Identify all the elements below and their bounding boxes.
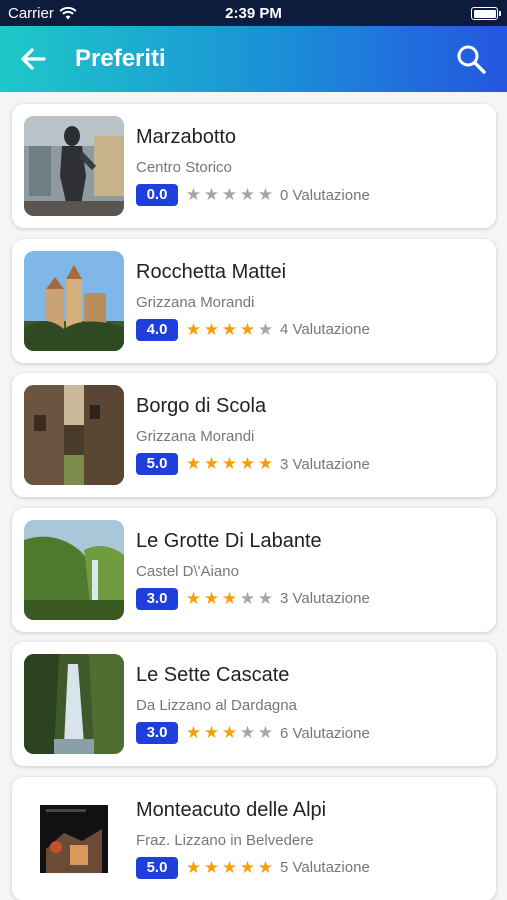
star-filled-icon: ★ (221, 857, 238, 877)
favorites-list: Marzabotto Centro Storico 0.0 ★ ★ ★ ★ ★ 0 Va… (12, 104, 496, 900)
rating-row: 5.0 ★ ★ ★ ★ ★ 5 Valutazione (136, 856, 370, 879)
review-count: 3 Valutazione (280, 590, 370, 607)
star-filled-icon: ★ (221, 588, 238, 608)
favorite-card[interactable]: Marzabotto Centro Storico 0.0 ★ ★ ★ ★ ★ 0 Va… (12, 104, 496, 228)
star-empty-icon: ★ (257, 319, 274, 339)
star-filled-icon: ★ (203, 319, 220, 339)
star-filled-icon: ★ (221, 454, 238, 473)
status-time: 2:39 PM (225, 5, 282, 22)
review-count: 0 Valutazione (280, 186, 370, 204)
star-filled-icon: ★ (221, 319, 238, 339)
place-location: Fraz. Lizzano in Belvedere (136, 831, 314, 849)
rating-badge: 4.0 (136, 318, 178, 341)
place-name: Rocchetta Mattei (136, 260, 287, 283)
star-rating: ★ ★ ★ ★ ★ (185, 185, 274, 205)
favorite-card[interactable]: Le Sette Cascate Da Lizzano al Dardagna … (12, 642, 496, 766)
star-empty-icon: ★ (257, 723, 274, 742)
star-filled-icon: ★ (185, 588, 202, 608)
place-name: Le Sette Cascate (136, 664, 290, 686)
star-rating: ★ ★ ★ ★ ★ (185, 320, 274, 340)
place-thumbnail (24, 519, 124, 620)
star-empty-icon: ★ (257, 588, 274, 608)
star-filled-icon: ★ (185, 454, 202, 473)
star-filled-icon: ★ (257, 857, 274, 877)
place-thumbnail (24, 250, 124, 351)
rating-row: 0.0 ★ ★ ★ ★ ★ 0 Valutazione (136, 184, 370, 206)
place-thumbnail (24, 385, 124, 485)
star-empty-icon: ★ (239, 723, 256, 742)
page-title: Preferiti (75, 45, 166, 72)
star-empty-icon: ★ (239, 588, 256, 608)
place-thumbnail (24, 788, 124, 889)
rating-badge: 0.0 (136, 184, 178, 206)
star-empty-icon: ★ (221, 185, 238, 204)
star-rating: ★ ★ ★ ★ ★ (185, 858, 274, 878)
review-count: 3 Valutazione (280, 455, 370, 473)
review-count: 5 Valutazione (280, 859, 370, 876)
star-filled-icon: ★ (257, 454, 274, 473)
place-name: Monteacuto delle Alpi (136, 798, 327, 821)
star-rating: ★ ★ ★ ★ ★ (185, 589, 274, 609)
battery-icon (471, 7, 501, 20)
star-filled-icon: ★ (239, 319, 256, 339)
place-name: Borgo di Scola (136, 395, 267, 417)
search-icon[interactable] (455, 43, 487, 75)
rating-row: 3.0 ★ ★ ★ ★ ★ 3 Valutazione (136, 587, 370, 610)
favorite-card[interactable]: Monteacuto delle Alpi Fraz. Lizzano in B… (12, 776, 496, 900)
place-name: Le Grotte Di Labante (136, 529, 322, 552)
star-filled-icon: ★ (203, 454, 220, 473)
star-filled-icon: ★ (203, 723, 220, 742)
place-thumbnail (24, 654, 124, 754)
rating-badge: 5.0 (136, 856, 178, 879)
rating-badge: 3.0 (136, 722, 178, 744)
star-filled-icon: ★ (239, 454, 256, 473)
place-location: Centro Storico (136, 159, 232, 176)
rating-row: 5.0 ★ ★ ★ ★ ★ 3 Valutazione (136, 453, 370, 475)
rating-badge: 3.0 (136, 587, 178, 610)
status-bar: Carrier 2:39 PM (0, 0, 507, 26)
star-filled-icon: ★ (185, 723, 202, 742)
place-location: Grizzana Morandi (136, 293, 255, 311)
star-filled-icon: ★ (185, 319, 202, 339)
favorite-card[interactable]: Le Grotte Di Labante Castel D\'Aiano 3.0… (12, 507, 496, 632)
place-location: Castel D\'Aiano (136, 562, 239, 580)
rating-row: 4.0 ★ ★ ★ ★ ★ 4 Valutazione (136, 318, 370, 341)
star-filled-icon: ★ (239, 857, 256, 877)
star-empty-icon: ★ (239, 185, 256, 204)
app-header: Preferiti (0, 26, 507, 92)
place-location: Da Lizzano al Dardagna (136, 697, 297, 714)
star-filled-icon: ★ (203, 588, 220, 608)
star-rating: ★ ★ ★ ★ ★ (185, 723, 274, 743)
place-location: Grizzana Morandi (136, 428, 255, 445)
star-rating: ★ ★ ★ ★ ★ (185, 454, 274, 474)
back-arrow-icon[interactable] (18, 44, 48, 74)
rating-badge: 5.0 (136, 453, 178, 475)
favorite-card[interactable]: Borgo di Scola Grizzana Morandi 5.0 ★ ★ ★ ★… (12, 373, 496, 497)
star-empty-icon: ★ (257, 185, 274, 204)
place-name: Marzabotto (136, 126, 237, 148)
favorite-card[interactable]: Rocchetta Mattei Grizzana Morandi 4.0 ★ ★… (12, 238, 496, 363)
review-count: 4 Valutazione (280, 321, 370, 338)
star-empty-icon: ★ (203, 185, 220, 204)
star-filled-icon: ★ (203, 857, 220, 877)
star-filled-icon: ★ (185, 857, 202, 877)
review-count: 6 Valutazione (280, 724, 370, 742)
rating-row: 3.0 ★ ★ ★ ★ ★ 6 Valutazione (136, 722, 370, 744)
star-empty-icon: ★ (185, 185, 202, 204)
place-thumbnail (24, 116, 124, 216)
star-filled-icon: ★ (221, 723, 238, 742)
